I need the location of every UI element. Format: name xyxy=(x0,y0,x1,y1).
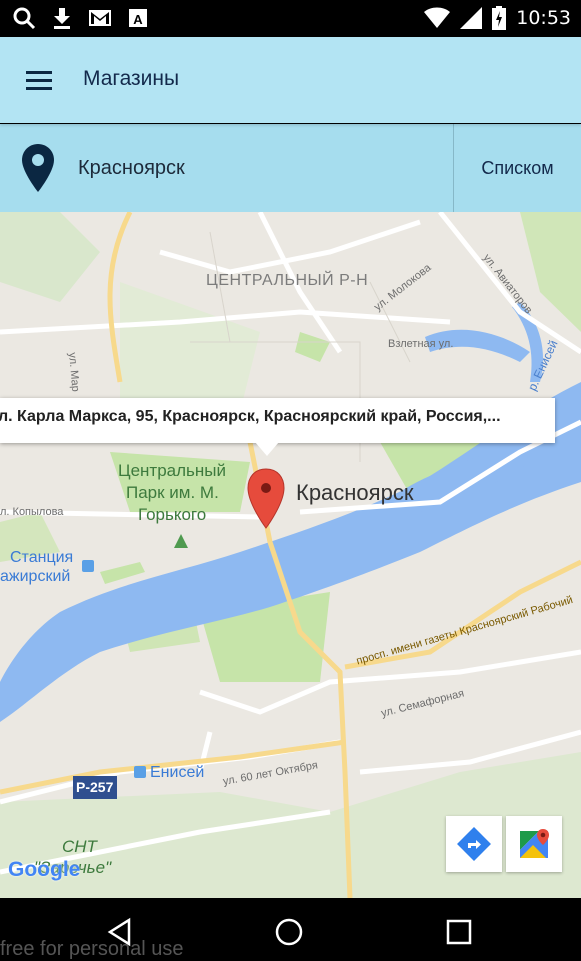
google-logo: Google xyxy=(8,858,81,881)
location-pin-icon[interactable] xyxy=(22,144,54,192)
search-icon xyxy=(13,7,36,30)
status-bar: A 10:53 xyxy=(0,0,581,37)
address-text: л. Карла Маркса, 95, Красноярск, Красноя… xyxy=(0,408,501,425)
map-label-station: Станция ажирский xyxy=(0,549,74,585)
list-view-button[interactable]: Списком xyxy=(454,124,581,212)
app-bar: Магазины xyxy=(0,37,581,123)
location-bar: Красноярск Списком xyxy=(0,124,581,212)
route-shield-label: Р-257 xyxy=(76,779,114,795)
map-label-kopylova: л. Копылова xyxy=(0,506,64,518)
map-view[interactable]: ЦЕНТРАЛЬНЫЙ Р-Н ул. Молокова ул. Авиатор… xyxy=(0,212,581,898)
hamburger-menu-icon[interactable] xyxy=(24,65,56,95)
page-title: Магазины xyxy=(83,67,180,90)
address-info-window[interactable]: л. Карла Маркса, 95, Красноярск, Красноя… xyxy=(0,398,555,456)
status-time: 10:53 xyxy=(516,7,571,29)
map-background xyxy=(0,212,581,898)
directions-button[interactable] xyxy=(446,816,502,872)
download-icon xyxy=(54,8,70,29)
home-icon[interactable] xyxy=(269,912,309,952)
map-label-vzletnaya: Взлетная ул. xyxy=(388,338,454,350)
svg-text:A: A xyxy=(133,12,143,27)
open-maps-button[interactable] xyxy=(506,816,562,872)
map-label-city: Красноярск xyxy=(296,480,414,505)
book-icon: A xyxy=(129,9,147,27)
map-label-station-enisey: Енисей xyxy=(150,764,205,781)
google-maps-icon xyxy=(520,829,549,858)
map-label-district: ЦЕНТРАЛЬНЫЙ Р-Н xyxy=(206,272,369,289)
info-window-tail xyxy=(255,442,279,456)
map-label-park: Центральный Парк им. М. Горького xyxy=(118,461,226,524)
wifi-icon xyxy=(424,7,451,28)
battery-icon xyxy=(492,6,507,30)
signal-icon xyxy=(460,7,483,29)
city-selector[interactable]: Красноярск xyxy=(78,157,185,180)
recents-icon[interactable] xyxy=(439,912,479,952)
gmail-icon xyxy=(89,10,111,26)
directions-icon xyxy=(457,827,491,861)
